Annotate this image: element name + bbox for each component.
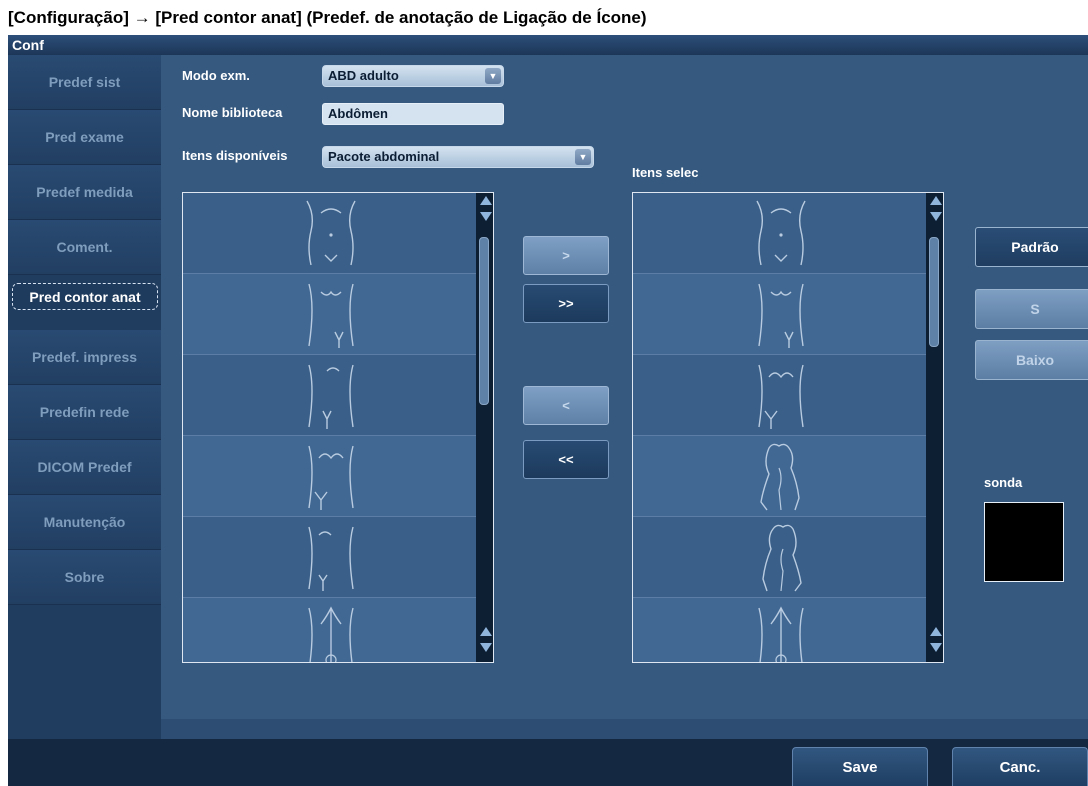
scroll-thumb[interactable] <box>929 237 939 347</box>
selected-list-scrollbar[interactable] <box>926 193 943 662</box>
default-button[interactable]: Padrão <box>975 227 1088 267</box>
probe-label: sonda <box>984 475 1023 490</box>
list-item[interactable] <box>183 436 479 517</box>
bodymark-abdomen-lower-icon <box>308 283 354 348</box>
main-panel: Modo exm. ABD adulto ▼ Nome biblioteca A… <box>161 55 1088 719</box>
list-item[interactable] <box>633 436 929 517</box>
selected-items-label: Itens selec <box>632 165 699 180</box>
chevron-down-icon[interactable]: ▼ <box>485 68 501 84</box>
bodymark-abdomen-lower-icon <box>758 283 804 348</box>
move-up-button[interactable]: S <box>975 289 1088 329</box>
chevron-down-icon[interactable]: ▼ <box>575 149 591 165</box>
list-item[interactable] <box>633 355 929 436</box>
exam-mode-label: Modo exm. <box>182 68 250 83</box>
available-items-list[interactable] <box>182 192 494 663</box>
remove-item-button[interactable]: < <box>523 386 609 425</box>
bodymark-abdomen-upper-icon <box>308 364 354 429</box>
bodymark-abdomen-side-icon <box>308 526 354 591</box>
library-name-input[interactable]: Abdômen <box>322 103 504 125</box>
add-item-button[interactable]: > <box>523 236 609 275</box>
scroll-bottom-arrows-icon[interactable] <box>929 624 942 660</box>
footer-bar: Save Canc. <box>8 739 1088 786</box>
bodymark-abdomen-midline-icon <box>308 606 354 662</box>
window-title: Conf <box>8 35 1088 55</box>
scroll-top-arrows-icon[interactable] <box>929 193 942 229</box>
list-item[interactable] <box>633 274 929 355</box>
sidebar-item-bodymark-preset[interactable]: Pred contor anat <box>12 283 158 310</box>
sidebar-item-network-preset[interactable]: Predefin rede <box>8 385 161 440</box>
sidebar-item-maintenance[interactable]: Manutenção <box>8 495 161 550</box>
list-item[interactable] <box>633 517 929 598</box>
cancel-button[interactable]: Canc. <box>952 747 1088 786</box>
list-item[interactable] <box>183 517 479 598</box>
exam-mode-value: ABD adulto <box>328 68 399 83</box>
bodymark-lateral-right-icon <box>762 524 802 592</box>
sidebar-item-comment[interactable]: Coment. <box>8 220 161 275</box>
probe-preview <box>984 502 1064 582</box>
selected-items-list[interactable] <box>632 192 944 663</box>
list-item[interactable] <box>183 355 479 436</box>
figure-caption: [Configuração] → [Pred contor anat] (Pre… <box>8 0 1088 35</box>
sidebar-item-dicom-preset[interactable]: DICOM Predef <box>8 440 161 495</box>
available-list-scrollbar[interactable] <box>476 193 493 662</box>
sidebar-item-measure-preset[interactable]: Predef medida <box>8 165 161 220</box>
config-window: Conf Predef sist Pred exame Predef medid… <box>8 35 1088 786</box>
available-items-label: Itens disponíveis <box>182 148 288 163</box>
move-down-button[interactable]: Baixo <box>975 340 1088 380</box>
save-button[interactable]: Save <box>792 747 928 786</box>
remove-all-items-button[interactable]: << <box>523 440 609 479</box>
bodymark-abdomen-pelvis-icon <box>308 445 354 510</box>
scroll-top-arrows-icon[interactable] <box>479 193 492 229</box>
sidebar-item-system-preset[interactable]: Predef sist <box>8 55 161 110</box>
bodymark-abdomen-pelvis-icon <box>758 364 804 429</box>
sidebar-item-about[interactable]: Sobre <box>8 550 161 605</box>
list-item[interactable] <box>633 598 929 662</box>
sidebar-item-print-preset[interactable]: Predef. impress <box>8 330 161 385</box>
sidebar: Predef sist Pred exame Predef medida Com… <box>8 55 161 739</box>
scroll-bottom-arrows-icon[interactable] <box>479 624 492 660</box>
sidebar-item-exam-preset[interactable]: Pred exame <box>8 110 161 165</box>
library-name-label: Nome biblioteca <box>182 105 283 120</box>
bodymark-abdomen-midline-icon <box>758 606 804 662</box>
list-item[interactable] <box>183 274 479 355</box>
exam-mode-select[interactable]: ABD adulto ▼ <box>322 65 504 87</box>
bodymark-lateral-left-icon <box>760 443 800 511</box>
scroll-thumb[interactable] <box>479 237 489 405</box>
add-all-items-button[interactable]: >> <box>523 284 609 323</box>
list-item[interactable] <box>183 193 479 274</box>
bodymark-abdomen-navel-icon <box>306 200 356 266</box>
figure-caption-text: [Configuração] → [Pred contor anat] (Pre… <box>8 8 647 27</box>
list-item[interactable] <box>633 193 929 274</box>
list-item[interactable] <box>183 598 479 662</box>
available-items-select[interactable]: Pacote abdominal ▼ <box>322 146 594 168</box>
bodymark-abdomen-navel-icon <box>756 200 806 266</box>
available-items-value: Pacote abdominal <box>328 149 440 164</box>
